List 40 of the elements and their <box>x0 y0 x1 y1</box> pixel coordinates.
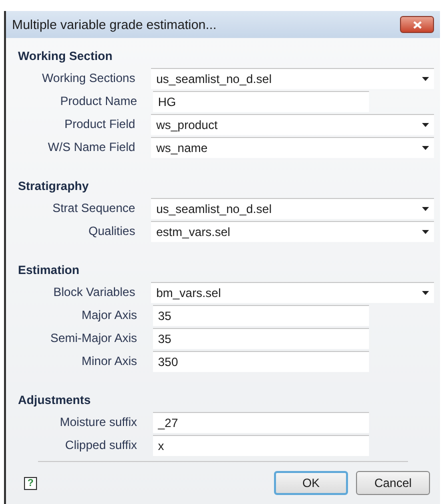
input-field[interactable]: 350 <box>153 350 369 372</box>
window-title: Multiple variable grade estimation... <box>12 16 216 34</box>
field-label: Product Name <box>59 93 137 110</box>
field-label: Semi-Major Axis <box>49 330 137 347</box>
caret-icon <box>422 76 429 80</box>
field-label: Product Field <box>64 116 136 133</box>
dropdown-field[interactable]: ws_product <box>151 114 434 134</box>
field-label: Working Sections <box>41 70 136 87</box>
field-label: W/S Name Field <box>46 139 136 156</box>
cancel-button[interactable]: Cancel <box>356 471 430 495</box>
help-button[interactable]: ? <box>24 476 37 490</box>
input-field[interactable]: 35 <box>153 328 369 348</box>
ok-button[interactable]: OK <box>274 471 348 495</box>
field-label: Major Axis <box>80 307 137 324</box>
field-label: Minor Axis <box>80 353 137 370</box>
close-button[interactable] <box>400 16 434 33</box>
dropdown-field[interactable]: us_seamlist_no_d.sel <box>151 198 434 218</box>
section-heading: Stratigraphy <box>18 178 90 195</box>
dropdown-field[interactable]: ws_name <box>151 136 434 158</box>
field-label: Strat Sequence <box>51 200 136 217</box>
section-heading: Adjustments <box>18 392 92 409</box>
caret-icon <box>422 230 429 234</box>
field-label: Clipped suffix <box>64 437 137 454</box>
input-field[interactable]: 35 <box>153 304 369 326</box>
caret-icon <box>422 206 429 210</box>
dropdown-field[interactable]: us_seamlist_no_d.sel <box>151 68 434 88</box>
field-label: Block Variables <box>52 284 136 301</box>
field-label: Qualities <box>88 223 136 240</box>
input-field[interactable]: x <box>153 434 369 456</box>
input-field[interactable]: _27 <box>153 412 369 432</box>
section-heading: Working Section <box>18 48 114 65</box>
input-field[interactable]: HG <box>153 90 369 112</box>
field-label: Moisture suffix <box>58 414 137 431</box>
section-heading: Estimation <box>18 262 80 279</box>
caret-icon <box>422 290 429 294</box>
close-icon <box>412 20 422 28</box>
caret-icon <box>422 122 429 126</box>
dropdown-field[interactable]: estm_vars.sel <box>151 220 434 242</box>
dropdown-field[interactable]: bm_vars.sel <box>151 282 434 302</box>
caret-icon <box>422 146 429 150</box>
